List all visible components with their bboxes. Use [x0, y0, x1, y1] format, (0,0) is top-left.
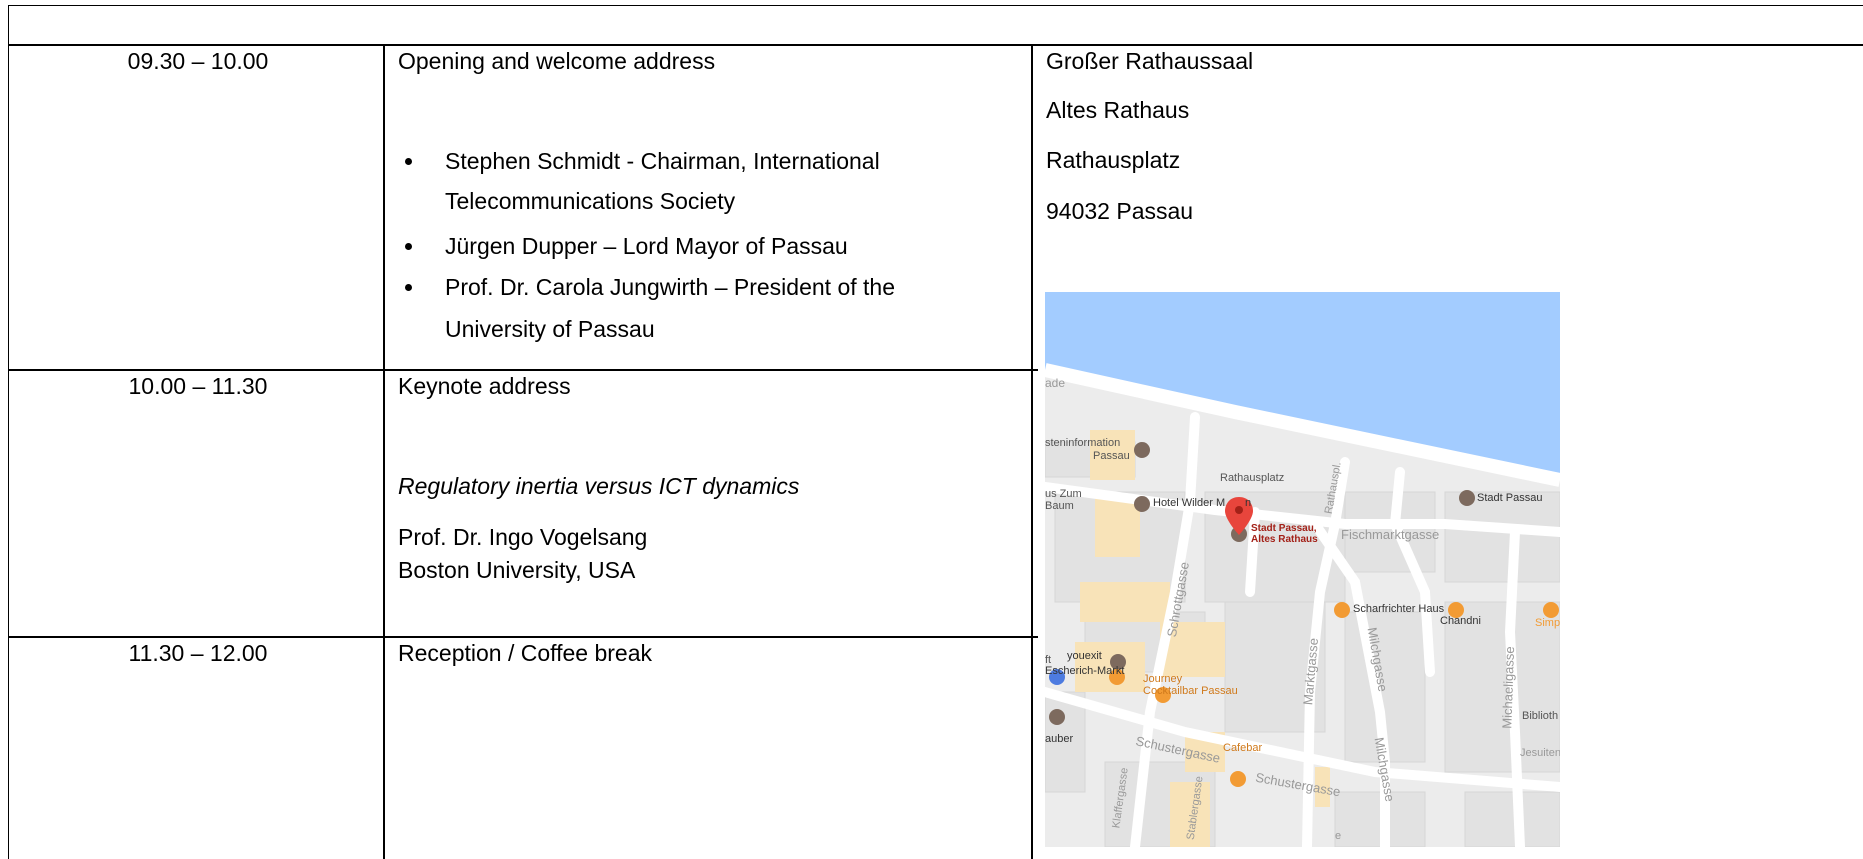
time-slot-3: 11.30 – 12.00 — [128, 640, 268, 666]
map-label-fischmarkt: Fischmarktgasse — [1341, 527, 1440, 542]
bullet-1-line1: Stephen Schmidt - Chairman, Internationa… — [445, 148, 880, 174]
map-graphic — [1045, 292, 1560, 847]
map-label-youexit: youexit — [1067, 650, 1102, 662]
bullet-3-line2: University of Passau — [445, 316, 655, 342]
map-label-cafebar: Cafebar — [1223, 742, 1263, 754]
venue-street: Rathausplatz — [1046, 147, 1181, 173]
time-slot-2: 10.00 – 11.30 — [128, 373, 268, 399]
map-label-zauber: auber — [1045, 733, 1074, 745]
location-map[interactable]: ade steninformation Passau Rathausplatz … — [1045, 292, 1560, 847]
map-label-zum-1: us Zum — [1045, 488, 1082, 500]
bullet-1-line2: Telecommunications Society — [445, 188, 736, 214]
map-label-pin-1: Stadt Passau, — [1251, 523, 1317, 534]
map-label-journey-1: Journey — [1143, 673, 1183, 685]
map-label-chandni: Chandni — [1440, 615, 1481, 627]
map-label-escherich: Escherich-Markt — [1045, 665, 1125, 677]
map-label-zum-2: Baum — [1045, 500, 1074, 512]
map-label-place: Rathausplatz — [1220, 472, 1285, 484]
session-title-2: Keynote address — [398, 373, 571, 399]
map-label-hotel: Hotel Wilder M — [1153, 497, 1226, 509]
speaker-affiliation: Boston University, USA — [398, 557, 636, 583]
bullet-1 — [405, 158, 412, 165]
bullet-3 — [405, 284, 412, 291]
map-label-michaeligasse: Michaeligasse — [1499, 646, 1518, 729]
col-divider-2 — [1031, 44, 1033, 859]
venue-city: 94032 Passau — [1046, 198, 1194, 224]
venue-hall: Großer Rathaussaal — [1046, 48, 1254, 74]
talk-title: Regulatory inertia versus ICT dynamics — [398, 473, 800, 499]
speaker-name: Prof. Dr. Ingo Vogelsang — [398, 524, 648, 550]
map-label-pin-2: Altes Rathaus — [1251, 534, 1318, 545]
col-divider-1 — [383, 44, 385, 859]
bullet-2 — [405, 243, 412, 250]
table-frame — [8, 5, 1863, 859]
map-label-hotel-tail: n — [1245, 497, 1252, 509]
session-title-3: Reception / Coffee break — [398, 640, 653, 666]
map-label-journey-2: Cocktailbar Passau — [1143, 685, 1238, 697]
map-label-bibliot: Biblioth — [1522, 710, 1559, 722]
map-label-tourist-1: steninformation — [1045, 437, 1121, 449]
session-title-1: Opening and welcome address — [398, 48, 716, 74]
bullet-3-line1: Prof. Dr. Carola Jungwirth – President o… — [445, 274, 895, 300]
map-label-ade: ade — [1045, 376, 1066, 390]
bullet-2-line1: Jürgen Dupper – Lord Mayor of Passau — [445, 233, 848, 259]
map-label-bottom-e: e — [1335, 830, 1342, 842]
map-label-simple: Simple — [1535, 617, 1560, 629]
map-label-stadt-passau: Stadt Passau — [1477, 492, 1543, 504]
venue-building: Altes Rathaus — [1046, 97, 1190, 123]
map-label-jesuiten: Jesuiten — [1520, 747, 1560, 759]
map-label-scharfrichter: Scharfrichter Haus — [1353, 603, 1445, 615]
time-slot-1: 09.30 – 10.00 — [127, 48, 269, 74]
map-label-tourist-2: Passau — [1093, 450, 1130, 462]
